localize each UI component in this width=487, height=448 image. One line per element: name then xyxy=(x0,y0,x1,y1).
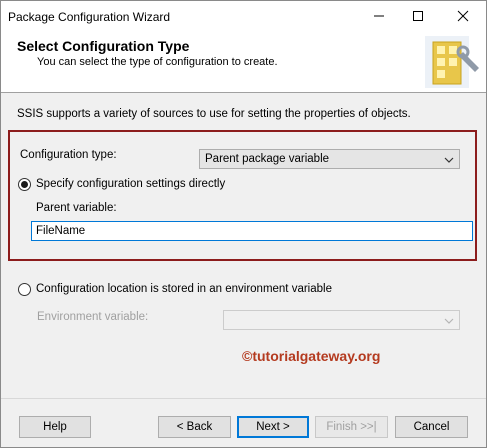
minimize-icon xyxy=(374,15,384,17)
window-title: Package Configuration Wizard xyxy=(8,10,171,24)
chevron-down-icon xyxy=(444,318,454,324)
page-title: Select Configuration Type xyxy=(17,38,190,54)
header-divider xyxy=(1,92,486,93)
maximize-icon xyxy=(413,11,423,21)
env-variable-dropdown[interactable] xyxy=(223,310,460,330)
wizard-header: Select Configuration Type You can select… xyxy=(1,32,486,92)
wizard-banner-icon xyxy=(425,36,479,88)
close-button[interactable] xyxy=(451,5,475,27)
config-type-label: Configuration type: xyxy=(20,149,117,161)
minimize-button[interactable] xyxy=(367,5,391,27)
chevron-down-icon xyxy=(444,157,454,163)
next-button[interactable]: Next > xyxy=(237,416,309,438)
back-button[interactable]: < Back xyxy=(158,416,231,438)
wizard-window: Package Configuration Wizard Select Conf… xyxy=(0,0,487,448)
config-type-value: Parent package variable xyxy=(205,153,330,165)
env-variable-option-label[interactable]: Configuration location is stored in an e… xyxy=(36,283,332,295)
page-subtitle: You can select the type of configuration… xyxy=(37,56,278,68)
direct-settings-label[interactable]: Specify configuration settings directly xyxy=(36,178,225,190)
intro-text: SSIS supports a variety of sources to us… xyxy=(17,108,411,120)
direct-settings-radio[interactable] xyxy=(18,178,31,191)
env-variable-radio[interactable] xyxy=(18,283,31,296)
help-button[interactable]: Help xyxy=(19,416,91,438)
maximize-button[interactable] xyxy=(406,5,430,27)
env-variable-label: Environment variable: xyxy=(37,311,149,323)
cancel-button[interactable]: Cancel xyxy=(395,416,468,438)
parent-variable-value: FileName xyxy=(36,225,86,237)
close-icon xyxy=(457,10,469,22)
watermark: ©tutorialgateway.org xyxy=(242,348,381,364)
title-bar: Package Configuration Wizard xyxy=(1,1,486,32)
parent-variable-input[interactable]: FileName xyxy=(31,221,473,241)
footer-divider xyxy=(1,398,486,399)
config-type-dropdown[interactable]: Parent package variable xyxy=(199,149,460,169)
finish-button[interactable]: Finish >>| xyxy=(315,416,388,438)
parent-variable-label: Parent variable: xyxy=(36,202,117,214)
